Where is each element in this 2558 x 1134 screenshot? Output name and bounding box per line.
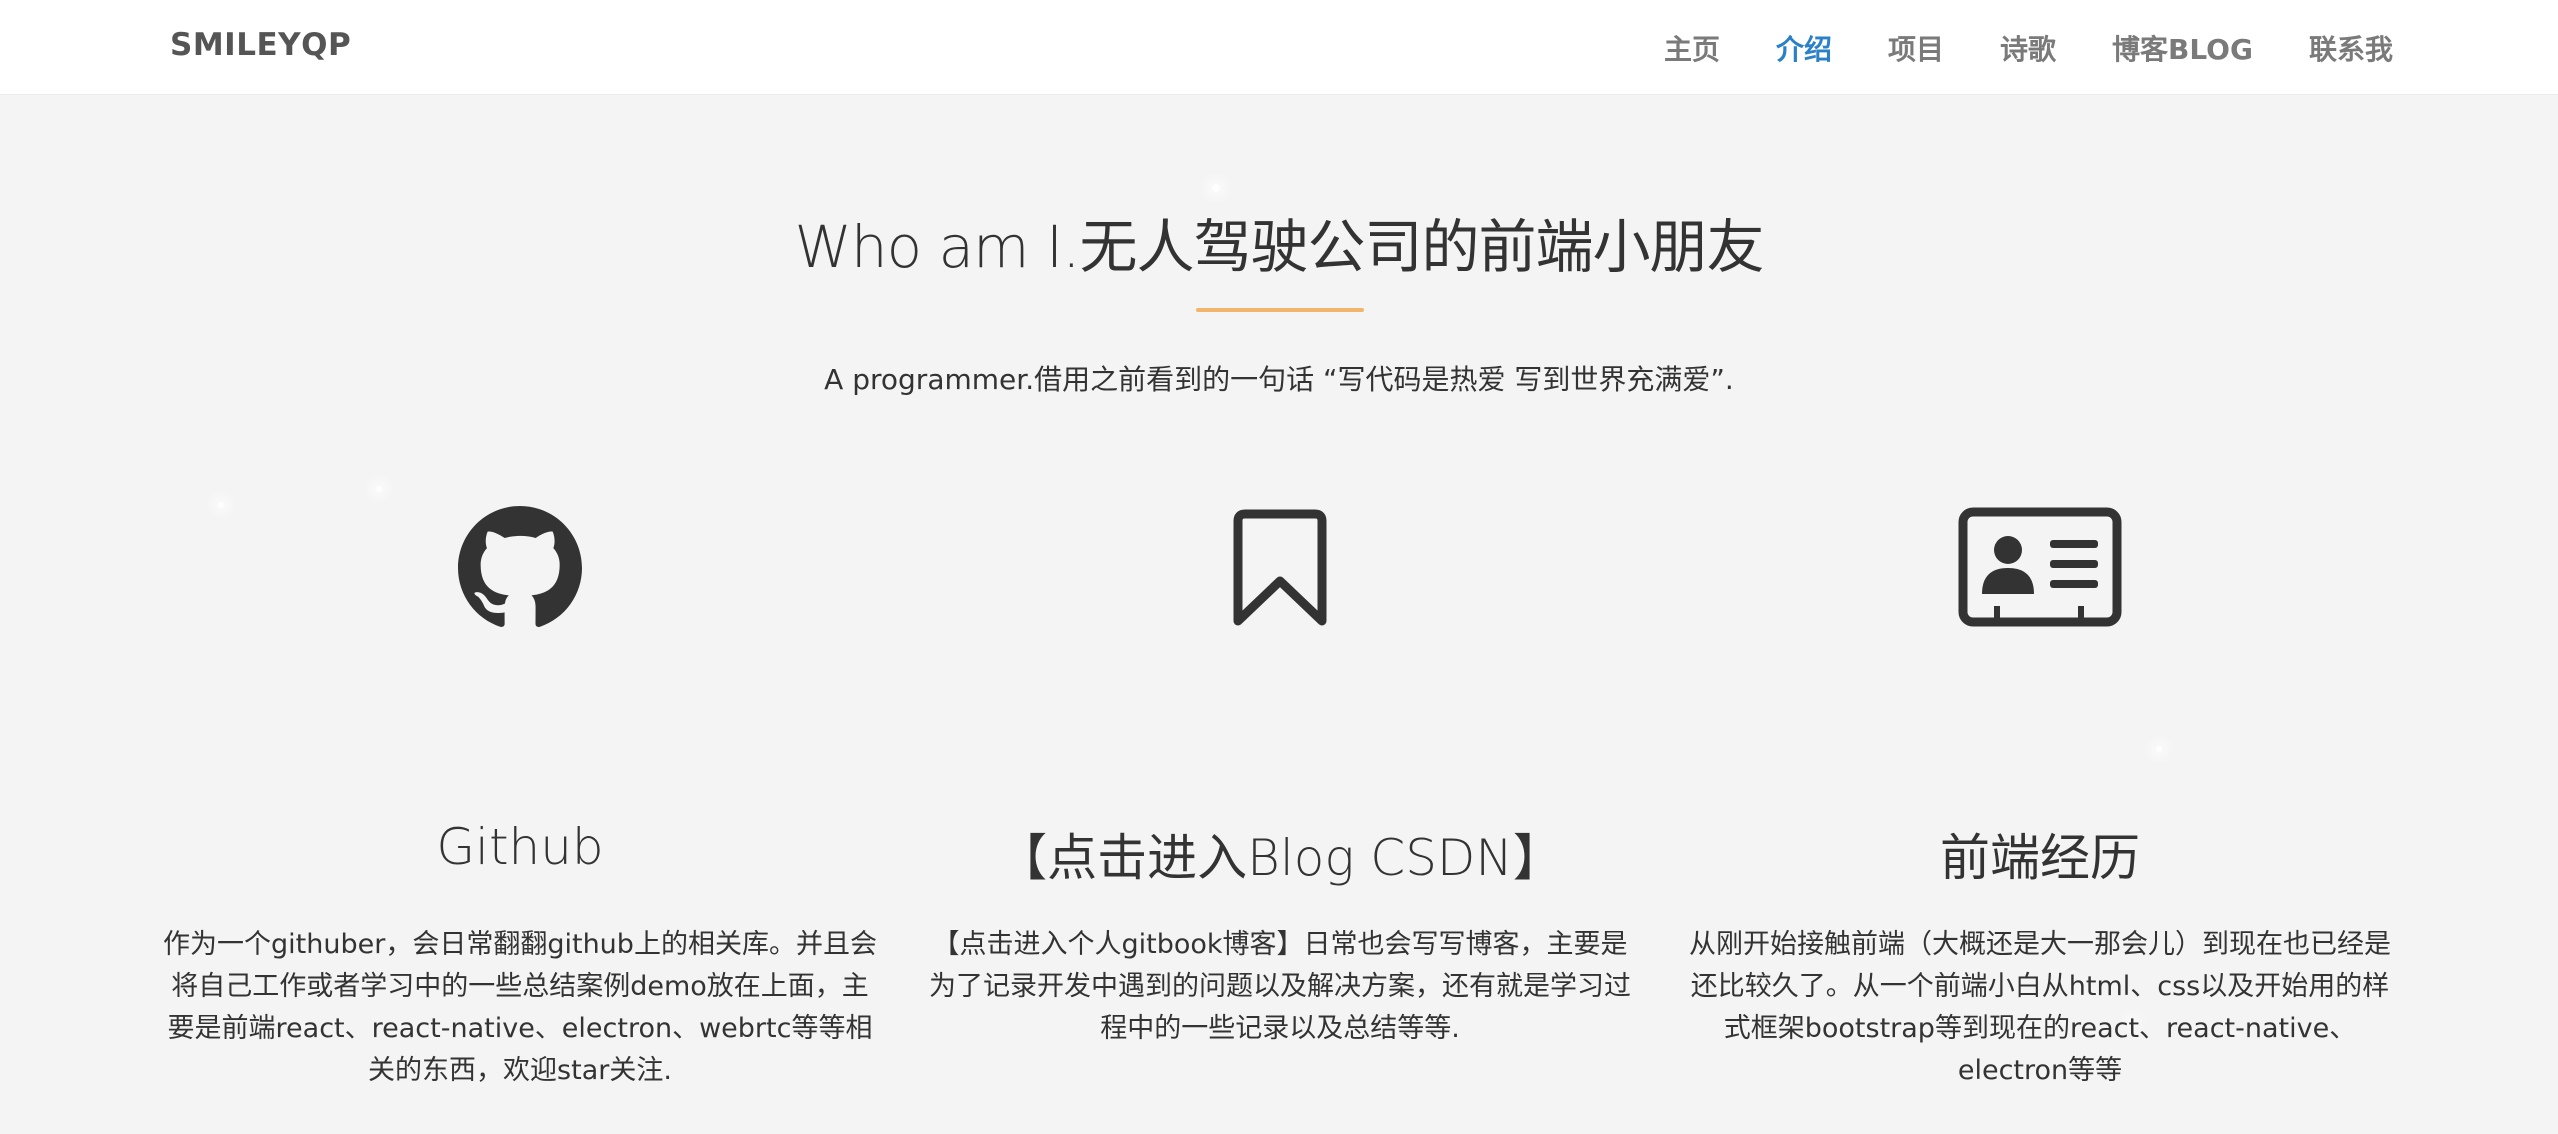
id-card-icon[interactable] [1958,506,2122,630]
bookmark-icon[interactable] [1218,506,1342,630]
nav-link-about[interactable]: 介绍 [1776,33,1832,66]
feature-text-blog: 【点击进入个人gitbook博客】日常也会写写博客，主要是为了记录开发中遇到的问… [929,929,1631,1044]
github-icon[interactable] [458,506,582,630]
top-navbar: SMILEYQP 主页 介绍 项目 诗歌 博客BLOG 联系我 [0,0,2558,95]
nav-link-contact[interactable]: 联系我 [2309,33,2393,66]
nav-item-poems: 诗歌 [2000,28,2056,68]
feature-blog: 【点击进入Blog CSDN】 【点击进入个人gitbook博客】日常也会写写博… [920,506,1640,1044]
feature-text-github: 作为一个githuber，会日常翻翻github上的相关库。并且会将自己工作或者… [163,929,877,1086]
nav-item-blog: 博客BLOG [2112,28,2253,68]
page-title: Who am I.无人驾驶公司的前端小朋友 [794,213,1764,281]
feature-title-blog[interactable]: 【点击进入Blog CSDN】 [920,818,1640,890]
page-tagline: A programmer.借用之前看到的一句话 “写代码是热爱 写到世界充满爱”… [824,363,1734,396]
decorative-glow [2156,746,2162,752]
feature-title-github[interactable]: Github [160,818,880,876]
feature-text-experience: 从刚开始接触前端（大概还是大一那会儿）到现在也已经是还比较久了。从一个前端小白从… [1689,929,2391,1086]
nav-menu: 主页 介绍 项目 诗歌 博客BLOG 联系我 [1664,0,2393,95]
feature-title-experience: 前端经历 [1940,829,2140,887]
nav-link-poems[interactable]: 诗歌 [2000,33,2056,66]
nav-item-about: 介绍 [1776,28,1832,68]
nav-item-contact: 联系我 [2309,28,2393,68]
nav-item-home: 主页 [1664,28,1720,68]
feature-experience: 前端经历 从刚开始接触前端（大概还是大一那会儿）到现在也已经是还比较久了。从一个… [1680,506,2400,1086]
about-section: Who am I.无人驾驶公司的前端小朋友 A programmer.借用之前看… [0,96,2558,1134]
brand-logo[interactable]: SMILEYQP [170,27,351,63]
decorative-glow [1212,184,1220,192]
feature-github: Github 作为一个githuber，会日常翻翻github上的相关库。并且会… [160,506,880,1086]
title-divider [1196,308,1364,312]
nav-link-projects[interactable]: 项目 [1888,33,1944,66]
nav-item-projects: 项目 [1888,28,1944,68]
nav-link-blog[interactable]: 博客BLOG [2112,33,2253,66]
nav-link-home[interactable]: 主页 [1664,33,1720,66]
decorative-glow [376,486,382,492]
